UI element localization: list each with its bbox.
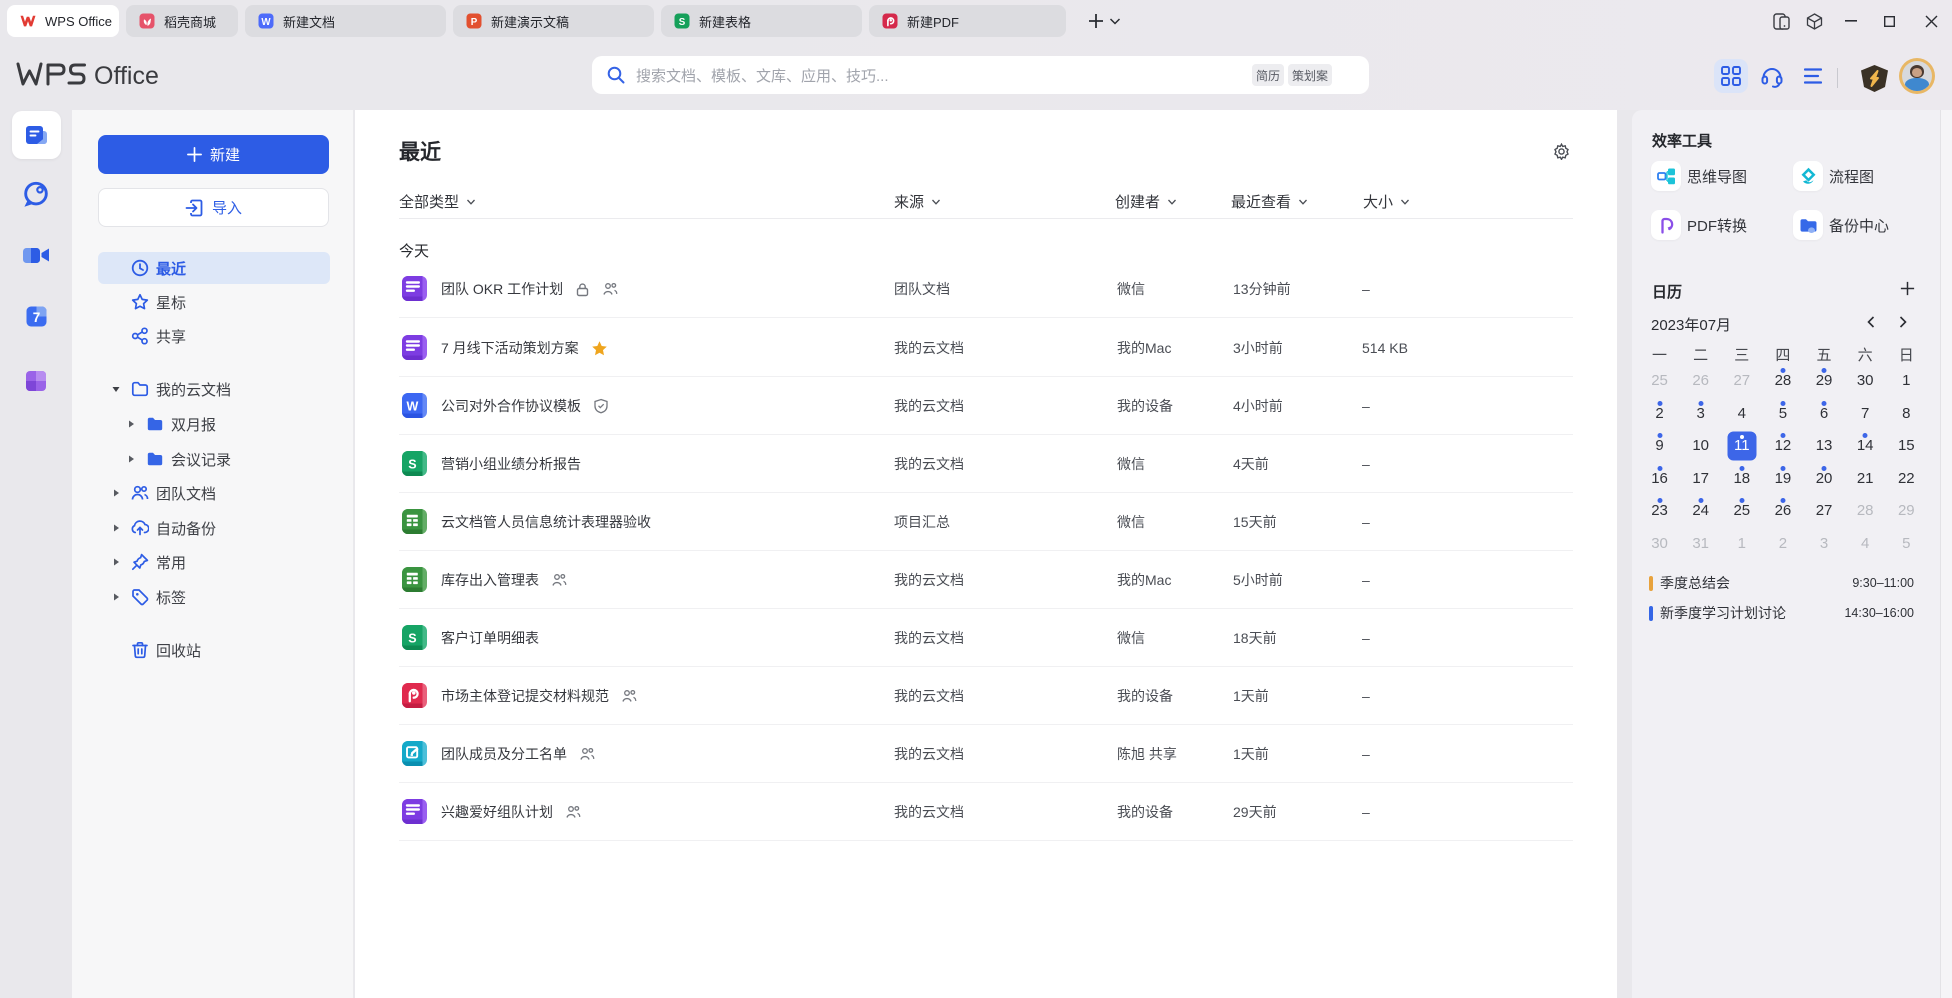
svg-text:W: W [261, 17, 271, 28]
svg-text:S: S [408, 457, 416, 471]
svg-text:Office: Office [94, 62, 159, 87]
svg-text:P: P [471, 17, 478, 28]
svg-text:S: S [408, 631, 416, 645]
svg-text:7: 7 [32, 310, 40, 325]
svg-text:S: S [679, 17, 686, 28]
svg-text:W: W [406, 399, 418, 413]
